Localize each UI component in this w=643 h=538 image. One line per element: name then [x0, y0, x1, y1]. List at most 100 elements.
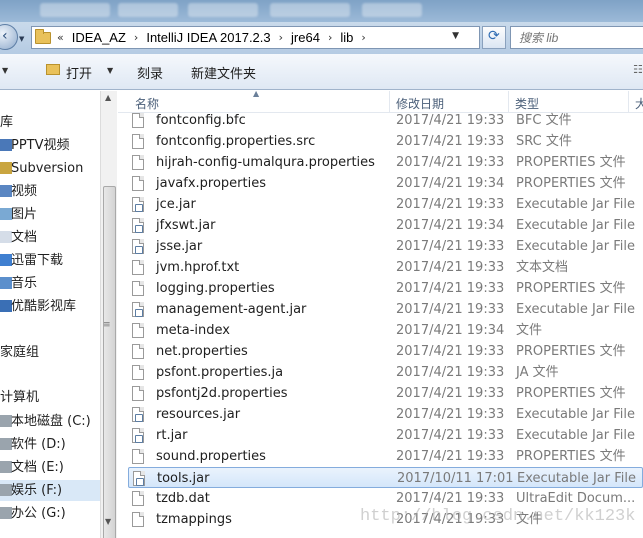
file-name: net.properties [156, 344, 248, 359]
open-button[interactable]: 打开 [66, 63, 92, 82]
file-row[interactable]: tools.jar 2017/10/11 17:01 Executable Jar … [128, 467, 643, 488]
file-row[interactable]: resources.jar 2017/4/21 19:33 Executable J… [128, 404, 643, 425]
nav-drive-d[interactable]: 软件 (D:) [0, 434, 100, 455]
nav-youku[interactable]: 优酷影视库 [0, 296, 100, 317]
nav-drive-e[interactable]: 文档 (E:) [0, 457, 100, 478]
nav-drive-f[interactable]: 娱乐 (F:) [0, 480, 100, 501]
nav-label: 视频 [11, 184, 38, 199]
file-row[interactable]: jsse.jar 2017/4/21 19:33 Executable Jar Fi… [128, 236, 643, 257]
nav-drive-g[interactable]: 办公 (G:) [0, 503, 100, 524]
nav-videos[interactable]: 视频 [0, 181, 100, 202]
overflow-chevron-icon[interactable]: « [51, 31, 70, 44]
open-icon [46, 64, 60, 75]
breadcrumb-jre64[interactable]: jre64 [289, 30, 322, 45]
file-date: 2017/4/21 19:33 [396, 134, 505, 149]
file-row[interactable]: jvm.hprof.txt 2017/4/21 19:33 文本文档 [128, 257, 643, 278]
breadcrumb-separator-icon[interactable]: › [322, 31, 338, 44]
file-name: javafx.properties [156, 176, 266, 191]
file-row[interactable]: management-agent.jar 2017/4/21 19:33 Execu… [128, 299, 643, 320]
file-type: Executable Jar File [516, 428, 635, 443]
breadcrumb-separator-icon[interactable]: › [355, 31, 371, 44]
file-icon [132, 176, 144, 191]
file-icon [132, 155, 144, 170]
view-options-icon[interactable]: ☷ [633, 63, 643, 76]
nav-pictures[interactable]: 图片 [0, 204, 100, 225]
back-button[interactable]: ‹ [0, 24, 18, 50]
file-name: tzmappings [156, 512, 232, 527]
breadcrumb-separator-icon[interactable]: › [128, 31, 144, 44]
navigation-scrollbar[interactable]: ▲ ≡ ▼ [100, 91, 117, 538]
jar-file-icon [132, 197, 144, 212]
nav-drive-c[interactable]: 本地磁盘 (C:) [0, 411, 100, 432]
folder-icon [35, 28, 51, 44]
file-date: 2017/4/21 19:33 [396, 428, 505, 443]
file-name: rt.jar [156, 428, 188, 443]
file-row[interactable]: jfxswt.jar 2017/4/21 19:34 Executable Jar … [128, 215, 643, 236]
burn-button[interactable]: 刻录 [137, 63, 163, 82]
scroll-up-icon[interactable]: ▲ [105, 93, 111, 102]
new-folder-button[interactable]: 新建文件夹 [191, 63, 256, 82]
nav-documents[interactable]: 文档 [0, 227, 100, 248]
file-date: 2017/4/21 19:33 [396, 449, 505, 464]
breadcrumb-lib[interactable]: lib [338, 30, 355, 45]
nav-libraries[interactable]: 库 [0, 112, 100, 133]
file-row[interactable]: psfont.properties.ja 2017/4/21 19:33 JA 文件 [128, 362, 643, 383]
file-date: 2017/4/21 19:33 [396, 365, 505, 380]
file-name: meta-index [156, 323, 230, 338]
file-type: PROPERTIES 文件 [516, 281, 626, 296]
jar-file-icon [132, 218, 144, 233]
file-date: 2017/4/21 19:33 [396, 155, 505, 170]
nav-homegroup[interactable]: 家庭组 [0, 342, 100, 363]
nav-thunder-downloads[interactable]: 迅雷下载 [0, 250, 100, 271]
breadcrumb-idea-az[interactable]: IDEA_AZ [70, 30, 128, 45]
breadcrumb-intellij[interactable]: IntelliJ IDEA 2017.2.3 [144, 30, 272, 45]
nav-label: 计算机 [0, 390, 40, 405]
nav-label: 办公 (G:) [11, 506, 66, 521]
nav-label: 图片 [11, 207, 38, 222]
file-type: Executable Jar File [516, 239, 635, 254]
file-row[interactable]: fontconfig.properties.src 2017/4/21 19:33… [128, 131, 643, 152]
jar-file-icon [132, 239, 144, 254]
nav-label: 音乐 [11, 276, 38, 291]
file-row[interactable]: fontconfig.bfc 2017/4/21 19:33 BFC 文件 [128, 110, 643, 131]
nav-label: 文档 [11, 230, 38, 245]
search-box[interactable] [510, 26, 643, 49]
breadcrumb-separator-icon[interactable]: › [273, 31, 289, 44]
nav-label: 本地磁盘 (C:) [11, 414, 91, 429]
refresh-icon: ⟳ [488, 28, 500, 44]
search-input[interactable] [511, 27, 641, 48]
open-dropdown-icon[interactable]: ▼ [107, 66, 113, 75]
file-row[interactable]: net.properties 2017/4/21 19:33 PROPERTIES … [128, 341, 643, 362]
file-row[interactable]: hijrah-config-umalqura.properties 2017/4/… [128, 152, 643, 173]
file-icon [132, 386, 144, 401]
file-row[interactable]: javafx.properties 2017/4/21 19:34 PROPERTI… [128, 173, 643, 194]
nav-computer[interactable]: 计算机 [0, 387, 100, 408]
nav-music[interactable]: 音乐 [0, 273, 100, 294]
file-type: PROPERTIES 文件 [516, 344, 626, 359]
nav-pptv[interactable]: PPTV视频 [0, 135, 100, 156]
file-row[interactable]: logging.properties 2017/4/21 19:33 PROPERT… [128, 278, 643, 299]
nav-label: 娱乐 (F:) [11, 483, 63, 498]
file-date: 2017/4/21 19:33 [396, 407, 505, 422]
file-date: 2017/4/21 19:33 [396, 344, 505, 359]
file-row[interactable]: rt.jar 2017/4/21 19:33 Executable Jar File [128, 425, 643, 446]
address-dropdown-icon[interactable]: ▼ [452, 31, 459, 41]
nav-subversion[interactable]: Subversion [0, 158, 100, 179]
file-row[interactable]: tzdb.dat 2017/4/21 19:33 UltraEdit Docum..… [128, 488, 643, 509]
window-title-strip [0, 0, 643, 22]
file-row[interactable]: sound.properties 2017/4/21 19:33 PROPERTIE… [128, 446, 643, 467]
file-row[interactable]: meta-index 2017/4/21 19:34 文件 [128, 320, 643, 341]
file-row[interactable]: jce.jar 2017/4/21 19:33 Executable Jar Fil… [128, 194, 643, 215]
file-icon [132, 281, 144, 296]
refresh-button[interactable]: ⟳ [482, 26, 506, 49]
scroll-down-icon[interactable]: ▼ [105, 517, 111, 526]
file-name: tzdb.dat [156, 491, 210, 506]
organize-dropdown-icon[interactable]: ▼ [2, 66, 8, 75]
file-date: 2017/4/21 19:33 [396, 386, 505, 401]
address-bar[interactable]: « IDEA_AZ › IntelliJ IDEA 2017.2.3 › jre… [31, 26, 480, 49]
file-row[interactable]: psfontj2d.properties 2017/4/21 19:33 PROPE… [128, 383, 643, 404]
file-name: fontconfig.bfc [156, 113, 246, 128]
history-dropdown-icon[interactable]: ▼ [19, 35, 24, 43]
file-type: UltraEdit Docum... [516, 491, 636, 506]
scrollbar-thumb[interactable] [103, 186, 116, 538]
